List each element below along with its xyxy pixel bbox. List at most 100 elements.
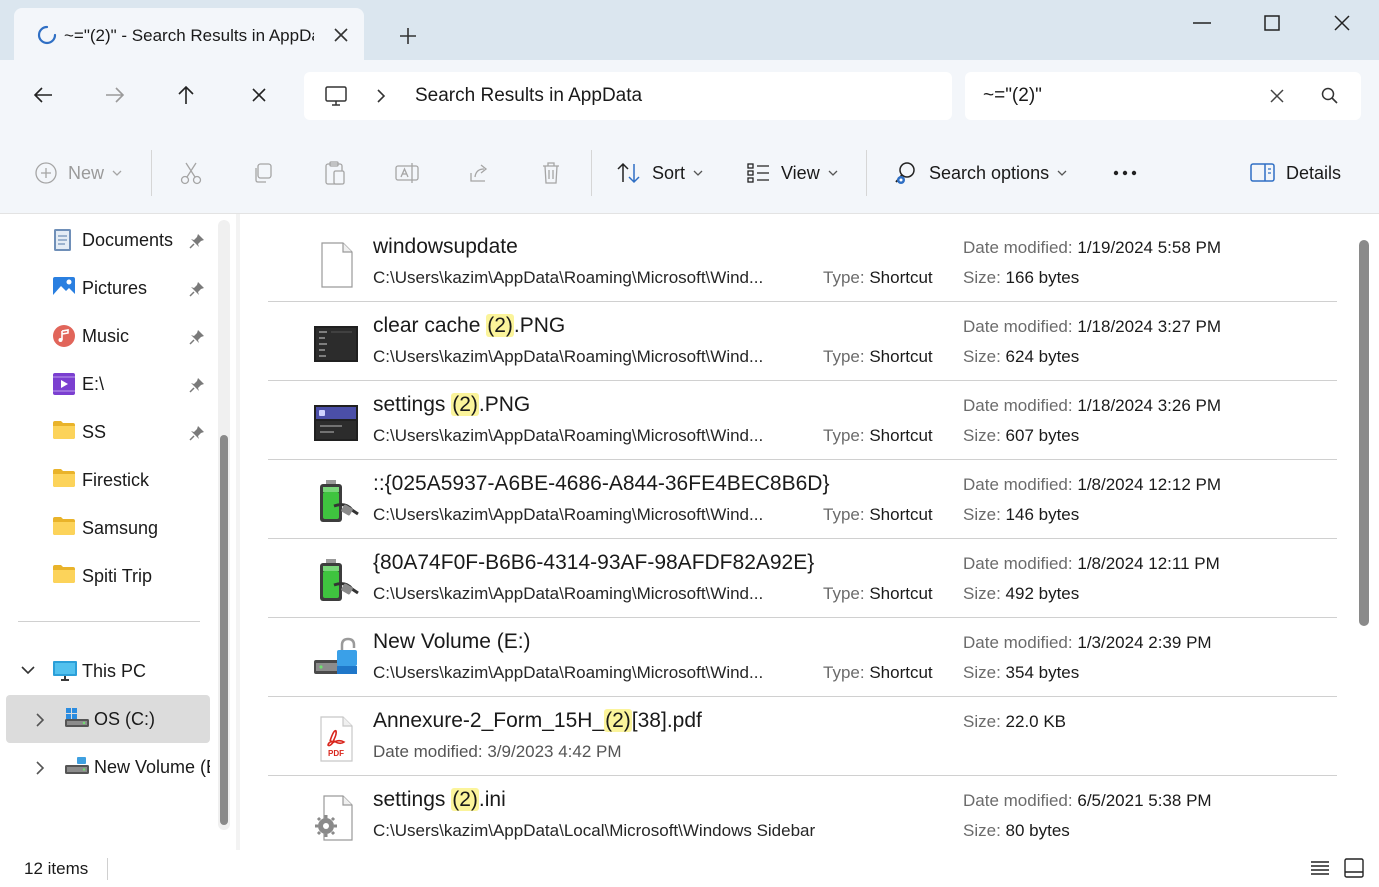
file-path: C:\Users\kazim\AppData\Local\Microsoft\W… — [373, 821, 816, 840]
sidebar-item-firestick[interactable]: Firestick — [0, 456, 210, 502]
details-pane-button[interactable]: Details — [1250, 132, 1341, 214]
config-file-icon — [312, 794, 360, 842]
drive-icon — [64, 755, 90, 777]
up-arrow-icon[interactable] — [173, 82, 199, 108]
sidebar-item-spiti-trip[interactable]: Spiti Trip — [0, 552, 210, 598]
close-tab-icon[interactable] — [330, 24, 352, 46]
file-type: Type: Shortcut — [823, 347, 933, 366]
search-options-button[interactable]: Search options — [893, 132, 1067, 214]
paste-icon — [323, 160, 347, 186]
list-item[interactable]: settings (2).ini C:\Users\kazim\AppData\… — [268, 776, 1337, 850]
new-button[interactable]: New — [34, 132, 122, 214]
list-item[interactable]: clear cache (2).PNG C:\Users\kazim\AppDa… — [268, 302, 1337, 381]
sidebar-item-documents[interactable]: Documents — [0, 216, 210, 262]
chevron-right-icon[interactable] — [374, 88, 388, 104]
file-name: settings (2).ini — [373, 788, 506, 811]
share-button[interactable] — [467, 132, 491, 214]
search-query[interactable]: ~="(2)" — [983, 85, 1042, 107]
maximize-icon[interactable] — [1259, 10, 1285, 36]
sidebar-item-ss[interactable]: SS — [0, 408, 210, 454]
sidebar-item-e-drive[interactable]: E:\ — [0, 360, 210, 406]
sidebar-item-pictures[interactable]: Pictures — [0, 264, 210, 310]
chevron-down-icon — [112, 169, 122, 177]
minimize-icon[interactable] — [1189, 10, 1215, 36]
search-icon[interactable] — [1320, 86, 1340, 106]
clear-search-icon[interactable] — [1267, 86, 1287, 106]
power-battery-icon — [312, 557, 360, 605]
loading-spinner-icon — [36, 24, 58, 46]
pictures-icon — [52, 276, 76, 298]
rename-button[interactable] — [394, 132, 420, 214]
sort-label: Sort — [652, 162, 686, 183]
sidebar-item-label: This PC — [82, 661, 147, 681]
item-count: 12 items — [24, 859, 89, 878]
list-item[interactable]: windowsupdate C:\Users\kazim\AppData\Roa… — [268, 223, 1337, 302]
list-item[interactable]: ::{025A5937-A6BE-4686-A844-36FE4BEC8B6D}… — [268, 460, 1337, 539]
sidebar-item-music[interactable]: Music — [0, 312, 210, 358]
video-drive-icon — [52, 372, 76, 395]
delete-button[interactable] — [539, 132, 563, 214]
file-path: C:\Users\kazim\AppData\Roaming\Microsoft… — [373, 663, 764, 682]
back-arrow-icon[interactable] — [30, 82, 56, 108]
search-input[interactable]: ~="(2)" — [965, 72, 1361, 120]
copy-button[interactable] — [251, 132, 275, 214]
tiles-view-icon[interactable] — [1342, 856, 1366, 880]
paste-button[interactable] — [323, 132, 347, 214]
pin-icon — [188, 376, 206, 394]
list-item[interactable]: {80A74F0F-B6B6-4314-93AF-98AFDF82A92E} C… — [268, 539, 1337, 618]
file-size: Size: 354 bytes — [963, 663, 1080, 682]
command-bar: New Sort View Search options Details — [0, 132, 1379, 214]
view-label: View — [781, 162, 820, 183]
sort-button[interactable]: Sort — [616, 132, 703, 214]
list-item[interactable]: PDF Annexure-2_Form_15H_(2)[38].pdf Date… — [268, 697, 1337, 776]
more-options-button[interactable] — [1112, 132, 1138, 214]
details-view-icon[interactable] — [1308, 856, 1332, 880]
new-tab-icon[interactable] — [396, 24, 420, 48]
divider — [151, 150, 152, 196]
date-modified: Date modified: 1/18/2024 3:27 PM — [963, 317, 1222, 336]
close-window-icon[interactable] — [1329, 10, 1355, 36]
view-list-icon — [747, 162, 771, 184]
chevron-right-icon[interactable] — [34, 760, 46, 776]
date-modified: Date modified: 6/5/2021 5:38 PM — [963, 791, 1212, 810]
chevron-right-icon[interactable] — [34, 712, 46, 728]
address-bar[interactable]: Search Results in AppData — [304, 72, 952, 120]
view-button[interactable]: View — [747, 132, 838, 214]
sidebar-scrollbar-thumb[interactable] — [220, 435, 228, 825]
divider — [866, 150, 867, 196]
forward-arrow-icon[interactable] — [102, 82, 128, 108]
chevron-down-icon — [1057, 169, 1067, 177]
stop-icon[interactable] — [246, 82, 272, 108]
sidebar-item-label: Pictures — [82, 278, 148, 298]
list-item[interactable]: settings (2).PNG C:\Users\kazim\AppData\… — [268, 381, 1337, 460]
list-item[interactable]: New Volume (E:) C:\Users\kazim\AppData\R… — [268, 618, 1337, 697]
sidebar-item-this-pc[interactable]: This PC — [6, 647, 210, 695]
file-name: {80A74F0F-B6B6-4314-93AF-98AFDF82A92E} — [373, 551, 815, 574]
file-name: settings (2).PNG — [373, 393, 531, 416]
address-row: Search Results in AppData ~="(2)" — [0, 60, 1379, 132]
file-type: Type: Shortcut — [823, 426, 933, 445]
blank-file-icon — [312, 241, 360, 289]
cut-icon — [179, 160, 203, 186]
breadcrumb-location[interactable]: Search Results in AppData — [415, 85, 642, 107]
system-drive-icon — [64, 707, 90, 729]
divider — [107, 858, 108, 880]
chevron-down-icon[interactable] — [20, 664, 36, 676]
image-thumbnail-icon — [312, 399, 360, 447]
results-scrollbar-thumb[interactable] — [1359, 240, 1369, 626]
details-label: Details — [1286, 162, 1342, 183]
chevron-down-icon — [828, 169, 838, 177]
locked-drive-icon — [312, 636, 360, 684]
folder-icon — [52, 516, 76, 538]
file-name: Annexure-2_Form_15H_(2)[38].pdf — [373, 709, 702, 732]
tab-search-results[interactable]: ~="(2)" - Search Results in AppData — [14, 8, 364, 60]
sidebar-item-samsung[interactable]: Samsung — [0, 504, 210, 550]
details-pane-icon — [1250, 162, 1276, 184]
add-icon — [34, 161, 58, 185]
file-name: ::{025A5937-A6BE-4686-A844-36FE4BEC8B6D} — [373, 472, 830, 495]
cut-button[interactable] — [179, 132, 203, 214]
sidebar-item-new-volume-e[interactable]: New Volume (E:) — [6, 743, 210, 791]
sidebar-item-label: Firestick — [82, 470, 149, 490]
pin-icon — [188, 232, 206, 250]
sidebar-item-os-c[interactable]: OS (C:) — [6, 695, 210, 743]
